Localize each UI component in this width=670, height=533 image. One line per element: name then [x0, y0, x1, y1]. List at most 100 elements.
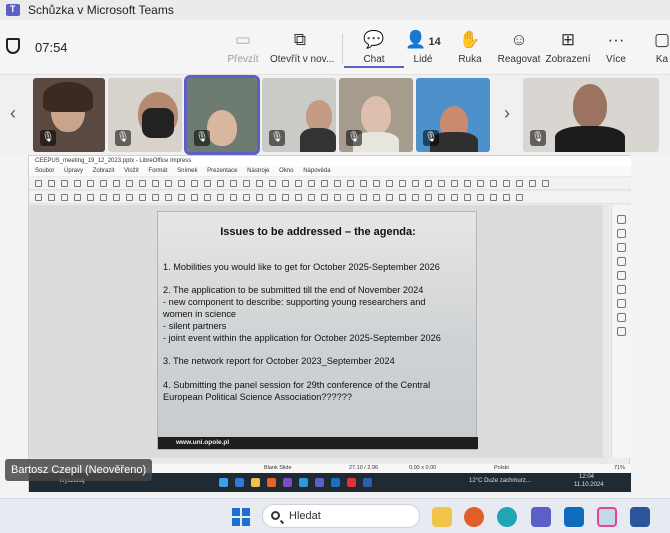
participant-tile[interactable]: 🎙	[33, 78, 105, 152]
toolbar-tool-icon	[425, 180, 432, 187]
participant-tile[interactable]: 🎙	[339, 78, 413, 152]
toolbar-tool-icon	[347, 194, 354, 201]
sidebar-tool-icon[interactable]	[617, 229, 626, 238]
toolbar-tool-icon	[464, 194, 471, 201]
slide-line: 1. Mobilities you would like to get for …	[163, 262, 440, 272]
toolbar-tool-icon	[399, 180, 406, 187]
toolbar-tool-icon	[295, 180, 302, 187]
teams-icon[interactable]	[531, 507, 551, 527]
slide-line: 2. The application to be submitted till …	[163, 285, 424, 295]
sidebar-tool-icon[interactable]	[617, 215, 626, 224]
app-icon	[219, 478, 228, 487]
sidebar-tool-icon[interactable]	[617, 271, 626, 280]
toolbar-tool-icon	[243, 180, 250, 187]
participant-beard	[142, 108, 174, 138]
teams-logo-icon	[6, 4, 20, 16]
more-button[interactable]: ··· Více	[586, 28, 646, 72]
toolbar-tool-icon	[61, 180, 68, 187]
toolbar-tool-icon	[126, 180, 133, 187]
menu-item: Nápověda	[303, 168, 331, 174]
participant-tile[interactable]: 🎙	[523, 78, 659, 152]
file-explorer-icon[interactable]	[432, 507, 452, 527]
toolbar-tool-icon	[126, 194, 133, 201]
teams-meeting-window: Schůzka v Microsoft Teams 07:54 ▭ Převzí…	[0, 0, 670, 533]
open-new-window-button[interactable]: ⧉ Otevřít v nov...	[270, 28, 334, 72]
camera-icon: ▢	[653, 30, 670, 49]
toolbar-tool-icon	[334, 194, 341, 201]
toolbar-tool-icon	[165, 180, 172, 187]
participant-tile[interactable]: 🎙	[262, 78, 336, 152]
toolbar-tool-icon	[256, 194, 263, 201]
status-layout: Blank Slide	[264, 465, 292, 471]
teams-icon	[315, 478, 324, 487]
taskbar-search-box[interactable]: Hledat	[262, 504, 420, 528]
weather-label: 12°C Duże zachmurz...	[469, 478, 531, 484]
firefox-icon[interactable]	[464, 507, 484, 527]
toolbar-tool-icon	[282, 194, 289, 201]
sidebar-tool-icon[interactable]	[617, 285, 626, 294]
menu-item: Okno	[279, 168, 294, 174]
app-icon	[299, 478, 308, 487]
toolbar-tool-icon	[373, 194, 380, 201]
vertical-scrollbar[interactable]	[603, 205, 609, 458]
toolbar-tool-icon	[217, 180, 224, 187]
toolbar-tool-icon	[230, 194, 237, 201]
shield-icon[interactable]	[6, 38, 20, 54]
menu-item: Prezentace	[207, 168, 238, 174]
menu-item: Snímek	[177, 168, 198, 174]
firefox-icon	[267, 478, 276, 487]
status-language: Polski	[494, 465, 509, 471]
toolbar-tool-icon	[139, 180, 146, 187]
chevron-right-icon[interactable]: ›	[504, 103, 510, 124]
toolbar-tool-icon	[438, 180, 445, 187]
sidebar-tool-icon[interactable]	[617, 313, 626, 322]
outlook-icon[interactable]	[564, 507, 584, 527]
folder-icon	[251, 478, 260, 487]
toolbar-tool-icon	[477, 194, 484, 201]
mic-muted-icon: 🎙	[194, 130, 210, 146]
app-icon	[347, 478, 356, 487]
toolbar-tool-icon	[321, 194, 328, 201]
toolbar-tool-icon	[204, 180, 211, 187]
title-bar: Schůzka v Microsoft Teams	[0, 0, 670, 20]
take-control-button[interactable]: ▭ Převzít	[213, 28, 273, 72]
toolbar-tool-icon	[334, 180, 341, 187]
toolbar-tool-icon	[100, 194, 107, 201]
toolbar-tool-icon	[295, 194, 302, 201]
sidebar-tool-icon[interactable]	[617, 257, 626, 266]
participant-tile-active[interactable]: 🎙	[184, 75, 260, 155]
toolbar-tool-icon	[412, 194, 419, 201]
toolbar-tool-icon	[243, 194, 250, 201]
search-icon	[271, 511, 280, 520]
toolbar-tool-icon	[529, 180, 536, 187]
participant-tile[interactable]: 🎙	[416, 78, 490, 152]
toolbar-tool-icon	[204, 194, 211, 201]
sidebar-tool-icon[interactable]	[617, 299, 626, 308]
edge-icon[interactable]	[497, 507, 517, 527]
sidebar-tool-icon[interactable]	[617, 243, 626, 252]
participant-video	[361, 96, 391, 134]
chevron-left-icon[interactable]: ‹	[10, 103, 16, 124]
meeting-timer: 07:54	[35, 40, 68, 55]
windows-start-icon[interactable]	[232, 508, 250, 526]
toolbar-tool-icon	[503, 194, 510, 201]
toolbar-tool-icon	[48, 194, 55, 201]
windows-taskbar: Hledat	[0, 498, 670, 533]
toolbar-tool-icon	[87, 180, 94, 187]
toolbar-tool-icon	[113, 194, 120, 201]
participant-tile[interactable]: 🎙	[108, 78, 182, 152]
word-icon[interactable]	[630, 507, 650, 527]
camera-button[interactable]: ▢ Ka	[652, 28, 670, 72]
more-dots-icon: ···	[607, 30, 625, 49]
toolbar-tool-icon	[464, 180, 471, 187]
impress-drawing-toolbar	[29, 191, 631, 204]
snipping-tool-icon[interactable]	[597, 507, 617, 527]
search-placeholder: Hledat	[289, 510, 321, 522]
app-icon	[283, 478, 292, 487]
slide-line: 3. The network report for October 2023_S…	[163, 356, 395, 366]
sidebar-tool-icon[interactable]	[617, 327, 626, 336]
people-count: 14	[428, 36, 441, 48]
meeting-toolbar: 07:54 ▭ Převzít ⧉ Otevřít v nov... 💬 Cha…	[0, 20, 670, 75]
toolbar-tool-icon	[165, 194, 172, 201]
toolbar-divider	[342, 34, 343, 64]
